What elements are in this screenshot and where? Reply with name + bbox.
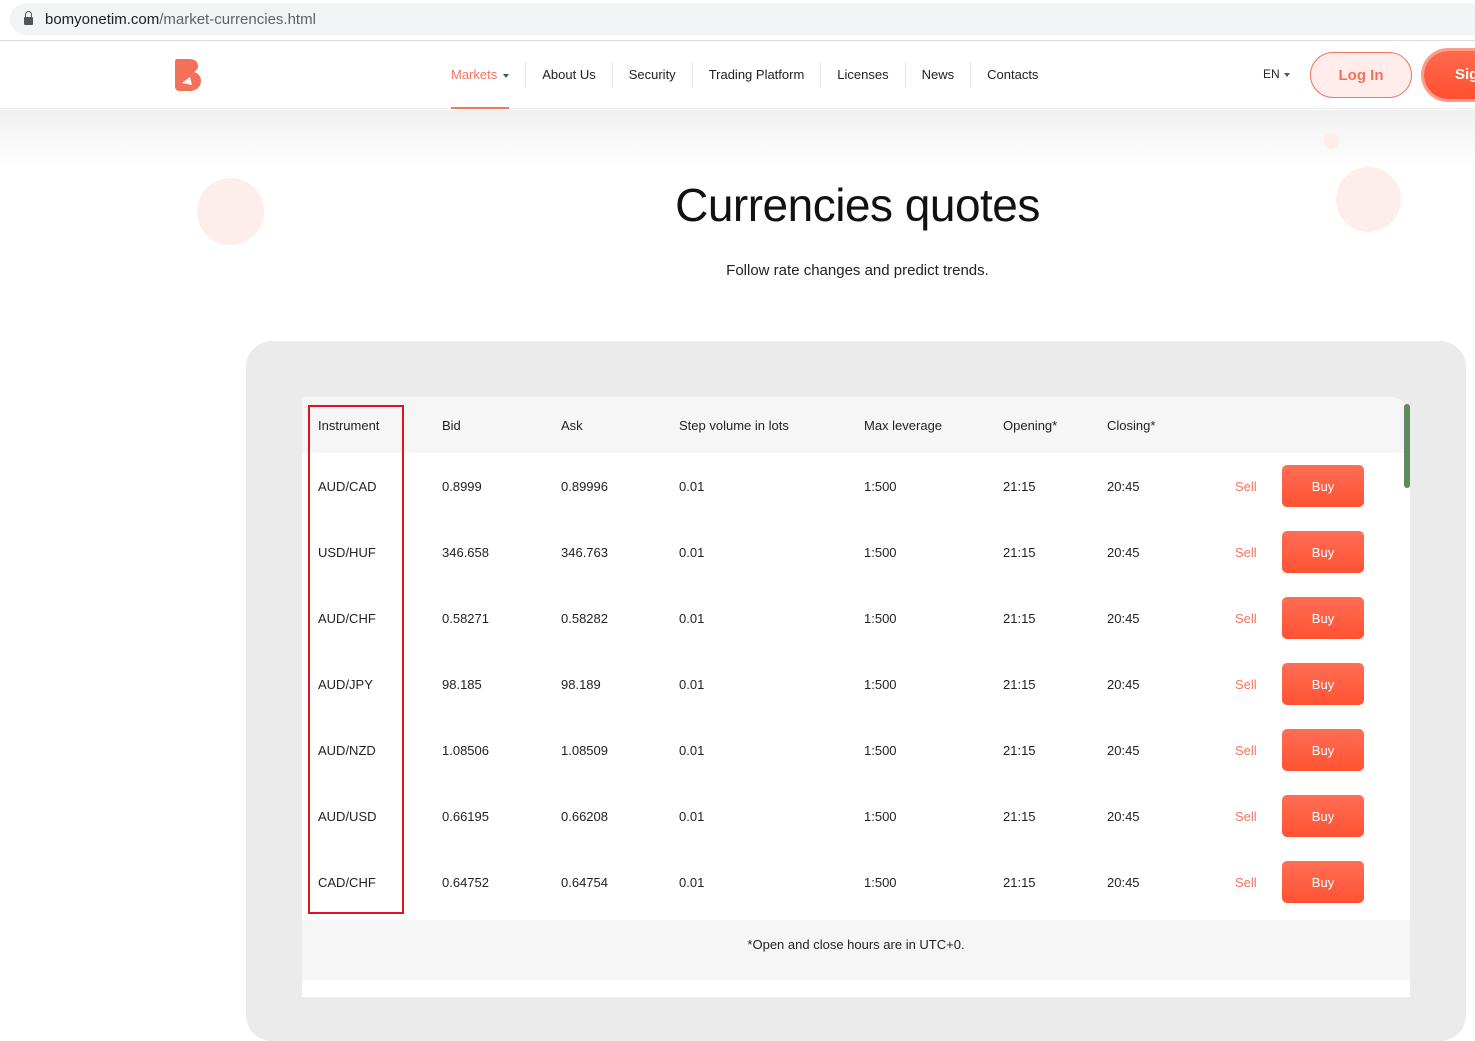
table-cell: 21:15	[1003, 676, 1036, 692]
table-cell: 0.01	[679, 478, 705, 494]
table-cell: 346.763	[561, 544, 608, 560]
table-cell: 1:500	[864, 742, 897, 758]
table-cell: 1:500	[864, 874, 897, 890]
table-cell: 0.64754	[561, 874, 608, 890]
login-button[interactable]: Log In	[1310, 52, 1412, 98]
table-cell: 346.658	[442, 544, 489, 560]
column-header: Ask	[561, 417, 583, 433]
nav-contacts[interactable]: Contacts	[970, 62, 1054, 88]
table-cell: 1:500	[864, 478, 897, 494]
address-bar[interactable]: bomyonetim.com/market-currencies.html	[10, 3, 1475, 35]
nav-licenses[interactable]: Licenses	[820, 62, 904, 88]
table-cell: 20:45	[1107, 742, 1140, 758]
nav-news[interactable]: News	[904, 62, 971, 88]
table-cell: 0.01	[679, 544, 705, 560]
nav-about-us[interactable]: About Us	[525, 62, 611, 88]
buy-button[interactable]: Buy	[1282, 597, 1364, 639]
table-cell: 20:45	[1107, 544, 1140, 560]
language-selector[interactable]: EN	[1263, 67, 1290, 81]
column-header: Closing*	[1107, 417, 1156, 433]
table-row: AUD/CHF 0.58271 0.58282 0.01 1:500 21:15 20:45…	[302, 585, 1410, 651]
caret-down-icon	[1283, 72, 1290, 80]
table-cell: 21:15	[1003, 610, 1036, 626]
table-row: AUD/CAD 0.8999 0.89996 0.01 1:500 21:15 20:45 S…	[302, 453, 1410, 519]
table-cell: 20:45	[1107, 808, 1140, 824]
nav-label: Markets	[451, 67, 498, 82]
column-header: Bid	[442, 417, 461, 433]
table-cell: 0.01	[679, 808, 705, 824]
table-cell: 20:45	[1107, 610, 1140, 626]
table-row: USD/HUF 346.658 346.763 0.01 1:500 21:15 20:45…	[302, 519, 1410, 585]
quotes-table: Instrument Bid Ask Step volume in lots Max l…	[302, 397, 1410, 997]
sell-button[interactable]: Sell	[1235, 809, 1282, 824]
table-cell: 1.08506	[442, 742, 489, 758]
sell-button[interactable]: Sell	[1235, 743, 1282, 758]
sell-button[interactable]: Sell	[1235, 545, 1282, 560]
page-title: Currencies quotes	[675, 179, 1040, 231]
buy-button[interactable]: Buy	[1282, 729, 1364, 771]
buy-button[interactable]: Buy	[1282, 795, 1364, 837]
buy-button[interactable]: Buy	[1282, 663, 1364, 705]
buy-button[interactable]: Buy	[1282, 531, 1364, 573]
table-cell: 20:45	[1107, 478, 1140, 494]
decorative-bubble	[1323, 133, 1339, 149]
table-cell: 0.66195	[442, 808, 489, 824]
sell-button[interactable]: Sell	[1235, 677, 1282, 692]
signup-button[interactable]: Sig	[1424, 51, 1475, 99]
table-cell: 21:15	[1003, 742, 1036, 758]
table-cell: 98.185	[442, 676, 482, 692]
url-host: bomyonetim.com	[45, 10, 160, 28]
table-cell: 0.58282	[561, 610, 608, 626]
nav-markets[interactable]: Markets	[440, 62, 525, 109]
main-nav: Markets About Us Security Trading Platfo…	[440, 41, 1054, 109]
table-cell: 20:45	[1107, 676, 1140, 692]
table-cell: 1:500	[864, 808, 897, 824]
nav-trading-platform[interactable]: Trading Platform	[691, 62, 821, 88]
table-cell: 21:15	[1003, 544, 1036, 560]
sell-button[interactable]: Sell	[1235, 611, 1282, 626]
table-cell: 1:500	[864, 544, 897, 560]
column-header: Step volume in lots	[679, 417, 789, 433]
table-cell: 0.8999	[442, 478, 482, 494]
table-cell: 21:15	[1003, 874, 1036, 890]
table-row: AUD/USD 0.66195 0.66208 0.01 1:500 21:15 20:45…	[302, 783, 1410, 849]
table-cell: 0.58271	[442, 610, 489, 626]
nav-security[interactable]: Security	[611, 62, 692, 88]
buy-button[interactable]: Buy	[1282, 861, 1364, 903]
table-header: Instrument Bid Ask Step volume in lots Max l…	[302, 397, 1410, 453]
logo[interactable]	[173, 57, 203, 93]
table-cell: 0.64752	[442, 874, 489, 890]
table-cell: 1:500	[864, 676, 897, 692]
caret-down-icon	[503, 73, 510, 81]
highlight-box	[308, 405, 404, 914]
table-cell: 0.89996	[561, 478, 608, 494]
table-row: AUD/NZD 1.08506 1.08509 0.01 1:500 21:15 20:45…	[302, 717, 1410, 783]
table-cell: 21:15	[1003, 808, 1036, 824]
table-cell: 0.01	[679, 874, 705, 890]
table-cell: 0.01	[679, 610, 705, 626]
sell-button[interactable]: Sell	[1235, 875, 1282, 890]
column-header: Max leverage	[864, 417, 943, 433]
footnote: *Open and close hours are in UTC+0.	[302, 920, 1410, 980]
sell-button[interactable]: Sell	[1235, 479, 1282, 494]
table-cell: 0.66208	[561, 808, 608, 824]
buy-button[interactable]: Buy	[1282, 465, 1364, 507]
table-cell: 0.01	[679, 742, 705, 758]
table-cell: 1:500	[864, 610, 897, 626]
language-label: EN	[1263, 67, 1280, 81]
table-row: CAD/CHF 0.64752 0.64754 0.01 1:500 21:15 20:45…	[302, 849, 1410, 915]
lock-icon	[24, 11, 33, 25]
table-cell: 21:15	[1003, 478, 1036, 494]
site-header: Markets About Us Security Trading Platfo…	[0, 41, 1475, 109]
column-header: Opening*	[1003, 417, 1058, 433]
table-cell: 0.01	[679, 676, 705, 692]
scrollbar[interactable]	[1404, 404, 1410, 488]
table-cell: 20:45	[1107, 874, 1140, 890]
table-row: AUD/JPY 98.185 98.189 0.01 1:500 21:15 20:45 Se…	[302, 651, 1410, 717]
table-cell: 98.189	[561, 676, 601, 692]
page-subtitle: Follow rate changes and predict trends.	[726, 262, 989, 279]
table-cell: 1.08509	[561, 742, 608, 758]
url-path: /market-currencies.html	[159, 10, 316, 28]
